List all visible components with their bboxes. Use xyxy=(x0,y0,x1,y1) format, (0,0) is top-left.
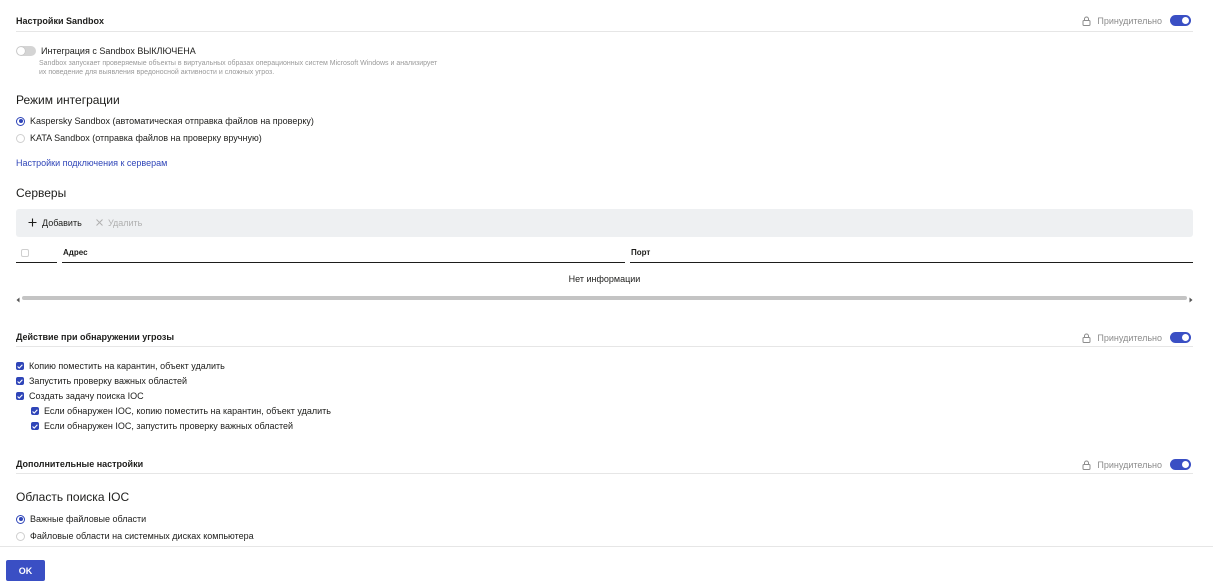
select-all-column xyxy=(16,243,57,263)
checkbox-label: Если обнаружен IOC, копию поместить на к… xyxy=(44,406,331,416)
radio-button[interactable] xyxy=(16,133,25,143)
checkbox-label: Создать задачу поиска IOC xyxy=(29,391,144,401)
empty-table-message: Нет информации xyxy=(568,274,641,284)
additional-settings-lock: Принудительно xyxy=(1082,459,1191,470)
additional-settings-title: Дополнительные настройки xyxy=(16,459,144,469)
add-label: Добавить xyxy=(42,218,82,228)
radio-button[interactable] xyxy=(16,514,25,524)
radio-label: Kaspersky Sandbox (автоматическая отправ… xyxy=(30,116,314,126)
sandbox-settings-lock: Принудительно xyxy=(1082,15,1191,26)
checkbox-label: Копию поместить на карантин, объект удал… xyxy=(29,361,225,371)
threat-action-lock: Принудительно xyxy=(1082,332,1191,343)
radio-label: KATA Sandbox (отправка файлов на проверк… xyxy=(30,133,262,143)
sandbox-description-line-2: их поведение для выявления вредоносной а… xyxy=(39,69,275,76)
delete-label: Удалить xyxy=(108,218,143,228)
sandbox-description: Sandbox запускает проверяемые объекты в … xyxy=(39,59,437,77)
divider xyxy=(16,346,1193,347)
integration-option-kaspersky[interactable]: Kaspersky Sandbox (автоматическая отправ… xyxy=(16,116,314,126)
plus-icon xyxy=(28,218,37,229)
lock-icon xyxy=(1082,460,1091,470)
radio-button[interactable] xyxy=(16,531,25,541)
lock-toggle[interactable] xyxy=(1170,459,1191,470)
add-server-button[interactable]: Добавить xyxy=(28,209,82,237)
horizontal-scrollbar[interactable] xyxy=(16,295,1193,303)
divider xyxy=(16,31,1193,32)
checkbox-ioc-quarantine[interactable]: Если обнаружен IOC, копию поместить на к… xyxy=(31,406,331,416)
ioc-scope-title: Область поиска IOC xyxy=(16,490,130,504)
sandbox-integration-toggle[interactable] xyxy=(16,46,36,56)
ioc-scope-option-critical[interactable]: Важные файловые области xyxy=(16,514,146,524)
lock-label: Принудительно xyxy=(1097,459,1162,470)
delete-server-button[interactable]: Удалить xyxy=(96,209,142,237)
checkbox[interactable] xyxy=(31,422,39,430)
lock-toggle[interactable] xyxy=(1170,15,1191,26)
checkbox-scan-critical[interactable]: Запустить проверку важных областей xyxy=(16,376,187,386)
select-all-checkbox[interactable] xyxy=(21,248,29,257)
checkbox-ioc-scan[interactable]: Если обнаружен IOC, запустить проверку в… xyxy=(31,421,293,431)
checkbox-label: Запустить проверку важных областей xyxy=(29,376,188,386)
connection-settings-link[interactable]: Настройки подключения к серверам xyxy=(16,158,167,168)
sandbox-integration-row: Интеграция с Sandbox ВЫКЛЮЧЕНА xyxy=(16,46,196,56)
sandbox-settings-title: Настройки Sandbox xyxy=(16,16,104,26)
servers-toolbar: Добавить Удалить xyxy=(16,209,1193,237)
checkbox-ioc-task[interactable]: Создать задачу поиска IOC xyxy=(16,391,144,401)
checkbox[interactable] xyxy=(16,377,24,385)
sandbox-description-line-1: Sandbox запускает проверяемые объекты в … xyxy=(39,60,438,67)
lock-label: Принудительно xyxy=(1097,15,1162,26)
scroll-thumb[interactable] xyxy=(22,296,1187,300)
scroll-right-icon[interactable] xyxy=(1189,295,1193,305)
column-header-port[interactable]: Порт xyxy=(630,243,1193,263)
radio-button[interactable] xyxy=(16,116,25,126)
ok-button[interactable]: OK xyxy=(6,560,45,581)
footer-bar xyxy=(0,546,1213,588)
checkbox-quarantine[interactable]: Копию поместить на карантин, объект удал… xyxy=(16,361,225,371)
radio-label: Файловые области на системных дисках ком… xyxy=(30,531,254,541)
lock-icon xyxy=(1082,16,1091,26)
checkbox-label: Если обнаружен IOC, запустить проверку в… xyxy=(44,421,294,431)
lock-icon xyxy=(1082,333,1091,343)
checkbox[interactable] xyxy=(16,392,24,400)
integration-mode-title: Режим интеграции xyxy=(16,93,120,107)
checkbox[interactable] xyxy=(16,362,24,370)
column-header-address[interactable]: Адрес xyxy=(62,243,625,263)
servers-title: Серверы xyxy=(16,186,67,200)
checkbox[interactable] xyxy=(31,407,39,415)
lock-toggle[interactable] xyxy=(1170,332,1191,343)
divider xyxy=(16,473,1193,474)
scroll-left-icon[interactable] xyxy=(16,295,20,305)
radio-label: Важные файловые области xyxy=(30,514,147,524)
lock-label: Принудительно xyxy=(1097,332,1162,343)
integration-option-kata[interactable]: KATA Sandbox (отправка файлов на проверк… xyxy=(16,133,262,143)
close-icon xyxy=(96,218,103,228)
ioc-scope-option-system-disks[interactable]: Файловые области на системных дисках ком… xyxy=(16,531,254,541)
sandbox-integration-label: Интеграция с Sandbox ВЫКЛЮЧЕНА xyxy=(41,46,196,56)
threat-action-title: Действие при обнаружении угрозы xyxy=(16,332,175,342)
